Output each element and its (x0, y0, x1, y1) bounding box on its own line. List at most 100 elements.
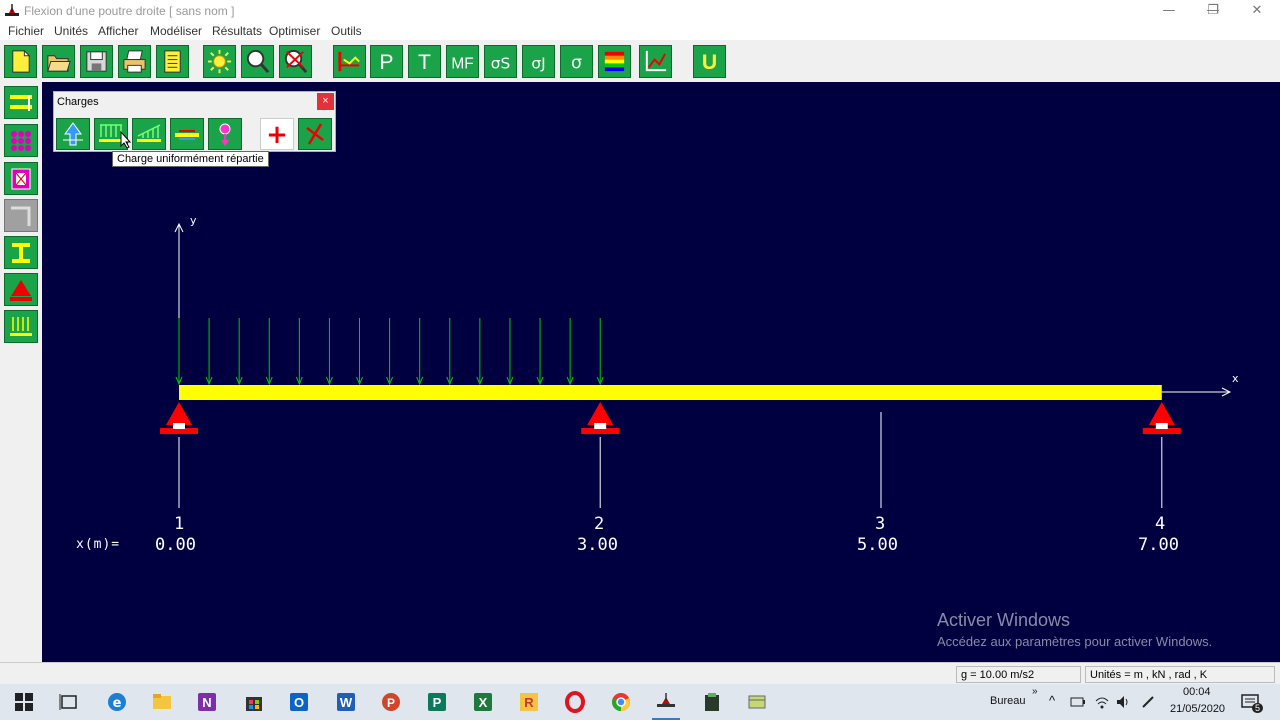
zoom-out-button[interactable] (279, 45, 312, 78)
excel-taskbar-button[interactable]: X (469, 688, 497, 716)
word-taskbar-button[interactable]: W (332, 688, 360, 716)
u-letter-icon: U (702, 51, 717, 74)
store-taskbar-button[interactable] (240, 688, 268, 716)
u-button[interactable]: U (693, 45, 726, 78)
beam-section-icon (338, 51, 360, 72)
task-view-button[interactable] (55, 688, 83, 716)
opera-taskbar-button[interactable] (561, 688, 589, 716)
y-axis-label: y (190, 214, 197, 227)
nodes-tool[interactable] (4, 86, 38, 119)
point-load-icon (63, 122, 83, 146)
delete-load-button[interactable] (298, 118, 332, 150)
window-title: Flexion d'une poutre droite [ sans nom ] (24, 4, 235, 18)
restore-icon[interactable]: ❐ (1190, 0, 1236, 22)
notes-icon (164, 50, 181, 73)
menu-modeliser[interactable]: Modéliser (150, 24, 202, 38)
svg-text:O: O (294, 695, 304, 710)
zoom-icon (246, 49, 270, 74)
app-icon (5, 4, 19, 16)
save-button[interactable] (80, 45, 113, 78)
notification-count-badge: 5 (1252, 703, 1264, 713)
open-button[interactable] (42, 45, 75, 78)
outlook-taskbar-button[interactable]: O (285, 688, 313, 716)
notes-taskbar-button[interactable] (743, 688, 771, 716)
publisher-taskbar-button[interactable]: P (423, 688, 451, 716)
svg-text:T: T (418, 51, 431, 74)
minimize-icon[interactable]: — (1146, 0, 1192, 22)
refresh-view-button[interactable] (203, 45, 236, 78)
excel-icon: X (474, 693, 492, 711)
stress-s-button[interactable]: σS (484, 45, 517, 78)
beam-section-button[interactable] (333, 45, 366, 78)
color-scale-button[interactable] (598, 45, 631, 78)
support-icon (10, 279, 32, 301)
sigma-j-icon: σJ (531, 54, 545, 72)
shear-t-button[interactable]: T (408, 45, 441, 78)
svg-text:P: P (387, 696, 395, 710)
volume-icon[interactable] (1115, 694, 1131, 710)
print-button[interactable] (118, 45, 151, 78)
onenote-taskbar-button[interactable]: N (193, 688, 221, 716)
chrome-taskbar-button[interactable] (607, 688, 635, 716)
edge-icon: e (108, 693, 126, 711)
section-tool[interactable] (4, 162, 38, 195)
point-load-button[interactable] (56, 118, 90, 150)
support-pin-1 (173, 423, 185, 429)
pen-icon[interactable] (1140, 694, 1156, 710)
store-icon (246, 697, 262, 711)
clock-time[interactable]: 00:04 (1183, 686, 1211, 698)
tray-up-arrow-icon[interactable]: ^ (1049, 693, 1055, 708)
start-button[interactable] (10, 688, 38, 716)
windows-logo-icon (15, 693, 33, 711)
stress-button[interactable]: σ (560, 45, 593, 78)
charges-panel-close-button[interactable]: × (317, 93, 334, 110)
material-icon (11, 130, 31, 151)
expand-chevron-icon[interactable]: » (1032, 686, 1038, 697)
battery-icon[interactable] (1070, 694, 1086, 710)
desktop-label[interactable]: Bureau (990, 695, 1025, 707)
status-bar: g = 10.00 m/s2 Unités = m , kN , rad , K (0, 662, 1280, 684)
support-tool[interactable] (4, 273, 38, 306)
zoom-button[interactable] (241, 45, 274, 78)
units-status: Unités = m , kN , rad , K (1085, 666, 1275, 683)
clock-date[interactable]: 21/05/2020 (1170, 703, 1225, 715)
powerpoint-taskbar-button[interactable]: P (377, 688, 405, 716)
edge-taskbar-button[interactable]: e (103, 688, 131, 716)
task-view-icon (59, 694, 77, 710)
load-p-button[interactable]: P (370, 45, 403, 78)
nodes-icon (10, 94, 32, 111)
wifi-icon[interactable] (1094, 694, 1110, 710)
new-file-button[interactable] (4, 45, 37, 78)
menu-fichier[interactable]: Fichier (8, 24, 44, 38)
axes-icon (645, 50, 667, 72)
menu-resultats[interactable]: Résultats (212, 24, 262, 38)
app-window: Flexion d'une poutre droite [ sans nom ]… (0, 0, 1280, 684)
thermal-load-button[interactable] (170, 118, 204, 150)
frame-tool[interactable] (4, 199, 38, 232)
triangular-load-button[interactable] (132, 118, 166, 150)
add-load-button[interactable]: + (260, 118, 294, 150)
section-icon (11, 168, 31, 189)
tool-taskbar-button[interactable] (698, 688, 726, 716)
axes-button[interactable] (639, 45, 672, 78)
menu-optimiser[interactable]: Optimiser (269, 24, 320, 38)
close-icon[interactable]: ✕ (1234, 0, 1280, 22)
loads-tool[interactable] (4, 310, 38, 343)
stress-j-button[interactable]: σJ (522, 45, 555, 78)
sigma-s-icon: σS (491, 54, 511, 72)
explorer-taskbar-button[interactable] (148, 688, 176, 716)
drawing-canvas[interactable]: y x x(m)= 1 0.00 2 3.00 3 5.00 4 7.00 Ac… (42, 82, 1280, 662)
material-tool[interactable] (4, 124, 38, 157)
menu-unites[interactable]: Unités (54, 24, 88, 38)
menu-outils[interactable]: Outils (331, 24, 362, 38)
moment-load-button[interactable] (208, 118, 242, 150)
menu-afficher[interactable]: Afficher (98, 24, 138, 38)
svg-text:X: X (479, 695, 488, 710)
moment-mf-button[interactable]: MF (446, 45, 479, 78)
beam-app-taskbar-button[interactable] (652, 688, 680, 720)
support-1 (166, 402, 192, 425)
save-icon (86, 51, 107, 72)
rstudio-taskbar-button[interactable]: R (515, 688, 543, 716)
notes-button[interactable] (156, 45, 189, 78)
i-beam-tool[interactable] (4, 236, 38, 269)
